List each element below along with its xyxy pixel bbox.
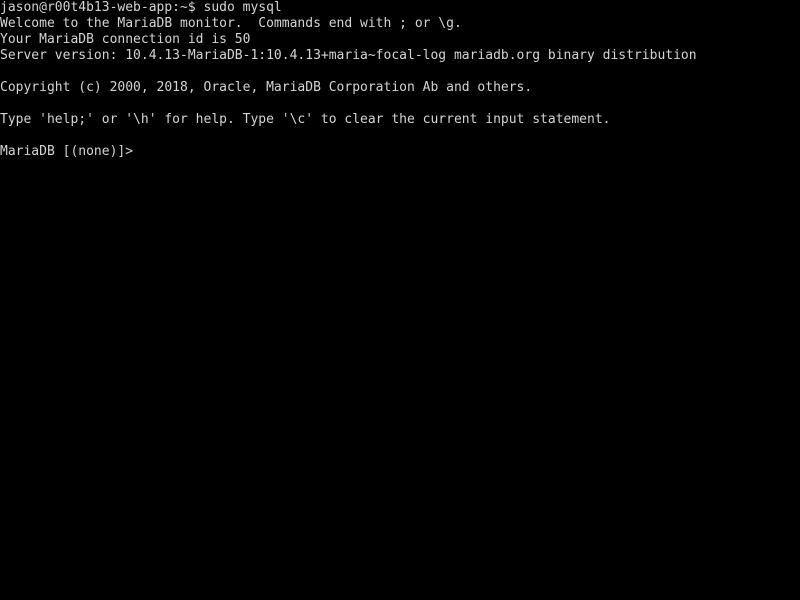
terminal-window[interactable]: jason@r00t4b13-web-app:~$ sudo mysql Wel… (0, 0, 800, 600)
mysql-server-version-line: Server version: 10.4.13-MariaDB-1:10.4.1… (0, 48, 697, 63)
mysql-copyright-line: Copyright (c) 2000, 2018, Oracle, MariaD… (0, 80, 533, 95)
mysql-welcome-line: Welcome to the MariaDB monitor. Commands… (0, 16, 462, 31)
mysql-connection-id-line: Your MariaDB connection id is 50 (0, 32, 251, 47)
mariadb-prompt-line[interactable]: MariaDB [(none)]> (0, 144, 800, 160)
terminal-screen[interactable]: jason@r00t4b13-web-app:~$ sudo mysql Wel… (0, 0, 800, 600)
shell-command-line: jason@r00t4b13-web-app:~$ sudo mysql (0, 0, 282, 15)
mysql-help-hint-line: Type 'help;' or '\h' for help. Type '\c'… (0, 112, 611, 127)
